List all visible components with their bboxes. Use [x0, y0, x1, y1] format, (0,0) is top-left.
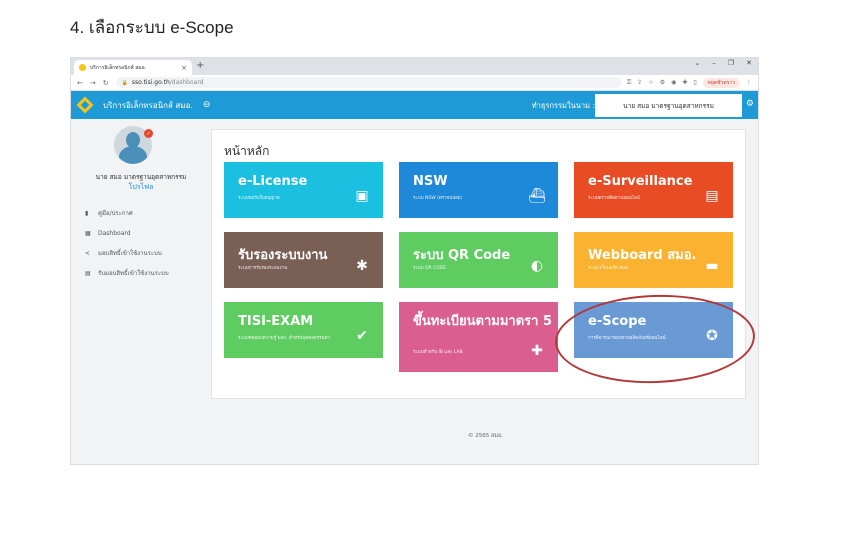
- tile-title: NSW: [413, 174, 448, 189]
- check-shield-icon: ✔: [356, 328, 368, 344]
- badge-card-icon: ✱: [356, 258, 368, 274]
- sidebar-item-manual[interactable]: ▮ คู่มือ/ประกาศ: [85, 203, 169, 223]
- tile-section-5-registration[interactable]: ขึ้นทะเบียนตามมาตรา 5 ระบบสำหรับ IB และ …: [399, 302, 558, 372]
- tisi-logo-icon[interactable]: [76, 96, 94, 114]
- tile-subtitle: การพิจารณาขอบข่ายผลิตภัณฑ์ออนไลน์: [588, 336, 666, 341]
- tile-title: Webboard สมอ.: [588, 248, 697, 263]
- tile-subtitle: ระบบตรวจติดตามออนไลน์: [588, 196, 640, 201]
- tile-subtitle: ระบบทดสอบความรู้ มอก. สำหรับบุคคลธรรมดา: [238, 336, 331, 341]
- book-icon: ▮: [85, 209, 89, 217]
- sidebar-item-receive-delegate[interactable]: ▤ รับมอบสิทธิ์เข้าใช้งานระบบ: [85, 263, 169, 283]
- lightbulb-icon: ◐: [530, 258, 544, 274]
- tile-webboard[interactable]: Webboard สมอ. ระบบ เว็บบอร์ด สมอ. ▬: [574, 232, 733, 288]
- url-path: /dashboard: [169, 79, 204, 86]
- back-icon[interactable]: ←: [77, 79, 83, 87]
- plus-bookmark-icon: ✚: [531, 343, 543, 359]
- dashboard-icon: ▦: [85, 229, 91, 237]
- tile-subtitle: ระบบ QR CODE: [413, 266, 447, 271]
- window-controls: ⌄ – ❐ ✕: [694, 59, 752, 67]
- sidebar-item-label: คู่มือ/ประกาศ: [98, 210, 133, 217]
- tile-nsw[interactable]: NSW ระบบ NSW (ตรวจปล่อย) ⛴: [399, 162, 558, 218]
- close-window-icon[interactable]: ✕: [746, 59, 752, 67]
- tile-subtitle: ระบบ NSW (ตรวจปล่อย): [413, 196, 463, 201]
- url-field[interactable]: 🔒 sso.tisi.go.th/dashboard: [115, 77, 621, 88]
- tile-e-surveillance[interactable]: e-Surveillance ระบบตรวจติดตามออนไลน์ ▤: [574, 162, 733, 218]
- tile-subtitle: ระบบขอรับใบอนุญาต: [238, 196, 280, 201]
- browser-tab[interactable]: บริการอิเล็กทรอนิกส์ สมอ. ×: [74, 60, 192, 75]
- minimize-icon[interactable]: –: [712, 59, 716, 67]
- lock-icon: 🔒: [121, 79, 128, 86]
- doc-heading: 4. เลือกระบบ e-Scope: [70, 18, 234, 37]
- forward-icon[interactable]: →: [90, 79, 96, 87]
- business-label: ทำธุรกรรมในนาม :: [531, 101, 595, 110]
- key-icon[interactable]: ⚿: [627, 79, 632, 87]
- tile-qr-code[interactable]: ระบบ QR Code ระบบ QR CODE ◐: [399, 232, 558, 288]
- favicon-icon: [79, 64, 86, 71]
- sidebar-menu: ▮ คู่มือ/ประกาศ ▦ Dashboard < มอบสิทธิ์เข้า…: [85, 203, 169, 283]
- page-title: หน้าหลัก: [224, 144, 270, 158]
- certificate-icon: ▣: [355, 188, 369, 204]
- extension2-icon[interactable]: ◉: [671, 79, 676, 86]
- star-icon[interactable]: ☆: [648, 79, 653, 86]
- share-icon: <: [85, 249, 91, 257]
- tile-e-license[interactable]: e-License ระบบขอรับใบอนุญาต ▣: [224, 162, 383, 218]
- app-title: บริการอิเล็กทรอนิกส์ สมอ.: [103, 100, 193, 110]
- profile-link[interactable]: โปรไฟล: [71, 182, 211, 193]
- share-icon[interactable]: ⇪: [637, 79, 642, 86]
- tile-subtitle: ระบบ เว็บบอร์ด สมอ.: [588, 266, 630, 271]
- gear-icon[interactable]: ⚙: [746, 99, 754, 109]
- tab-bar: บริการอิเล็กทรอนิกส์ สมอ. × + ⌄ – ❐ ✕: [71, 58, 758, 75]
- sidebar-item-label: รับมอบสิทธิ์เข้าใช้งานระบบ: [98, 270, 169, 277]
- restore-icon[interactable]: ❐: [728, 59, 734, 67]
- sidebar-item-delegate[interactable]: < มอบสิทธิ์เข้าใช้งานระบบ: [85, 243, 169, 263]
- tab-close-icon[interactable]: ×: [181, 64, 187, 72]
- extension-icon[interactable]: ⚙: [660, 79, 665, 86]
- chat-icon: ▬: [705, 258, 719, 274]
- tab-search-icon[interactable]: ⌄: [694, 59, 700, 67]
- tile-title: e-Surveillance: [588, 174, 693, 189]
- tile-subtitle: ระบบการรับรองระบบงาน: [238, 266, 288, 271]
- award-icon: ✪: [706, 328, 718, 344]
- page: 4. เลือกระบบ e-Scope บริการอิเล็กทรอนิกส…: [0, 0, 847, 553]
- clipboard-icon: ▤: [705, 188, 719, 204]
- sidebar-item-label: Dashboard: [98, 229, 131, 237]
- tile-title: e-License: [238, 174, 308, 189]
- app-layout: ✓ นาย สมอ มาตรฐานอุตสาหกรรม โปรไฟล ▮ คู่ม…: [71, 119, 758, 464]
- tile-title: e-Scope: [588, 314, 647, 329]
- sidebar-item-dashboard[interactable]: ▦ Dashboard: [85, 223, 169, 243]
- tile-title: ขึ้นทะเบียนตามมาตรา 5: [413, 314, 553, 329]
- tile-title: TISI-EXAM: [238, 314, 314, 329]
- reload-icon[interactable]: ↻: [103, 79, 109, 87]
- address-bar: ← → ↻ 🔒 sso.tisi.go.th/dashboard ⚿ ⇪ ☆ ⚙…: [71, 75, 758, 91]
- address-bar-icons: ⚿ ⇪ ☆ ⚙ ◉ ✚ ▯ หยุดชั่วคราว ⋮: [627, 77, 752, 88]
- ship-icon: ⛴: [528, 188, 546, 204]
- puzzle-icon[interactable]: ✚: [682, 79, 687, 86]
- app-header: บริการอิเล็กทรอนิกส์ สมอ. ⊖ ทำธุรกรรมในน…: [71, 91, 758, 119]
- notification-badge-icon[interactable]: ✓: [144, 129, 153, 138]
- browser-window: บริการอิเล็กทรอนิกส์ สมอ. × + ⌄ – ❐ ✕ ← …: [70, 57, 759, 465]
- menu-icon[interactable]: ⋮: [746, 79, 752, 86]
- tile-title: ระบบ QR Code: [413, 248, 511, 263]
- profile-chip[interactable]: หยุดชั่วคราว: [702, 77, 740, 88]
- sidebar: ✓ นาย สมอ มาตรฐานอุตสาหกรรม โปรไฟล ▮ คู่ม…: [71, 119, 211, 464]
- user-name: นาย สมอ มาตรฐานอุตสาหกรรม: [95, 173, 187, 181]
- card-icon: ▤: [85, 269, 91, 277]
- collapse-sidebar-icon[interactable]: ⊖: [203, 100, 211, 110]
- tile-title: รับรองระบบงาน: [238, 248, 328, 263]
- sidepanel-icon[interactable]: ▯: [693, 79, 696, 86]
- company-selector[interactable]: นาย สมอ มาตรฐานอุตสาหกรรม: [595, 94, 742, 117]
- tile-accreditation[interactable]: รับรองระบบงาน ระบบการรับรองระบบงาน ✱: [224, 232, 383, 288]
- tile-tisi-exam[interactable]: TISI-EXAM ระบบทดสอบความรู้ มอก. สำหรับบุ…: [224, 302, 383, 358]
- url-host: sso.tisi.go.th: [131, 79, 170, 86]
- tile-e-scope[interactable]: e-Scope การพิจารณาขอบข่ายผลิตภัณฑ์ออนไลน…: [574, 302, 733, 358]
- new-tab-button[interactable]: +: [196, 60, 204, 71]
- sidebar-item-label: มอบสิทธิ์เข้าใช้งานระบบ: [98, 250, 162, 257]
- footer: © 2565 สมอ.: [467, 433, 504, 439]
- dashboard-panel: หน้าหลัก e-License ระบบขอรับใบอนุญาต ▣ N…: [211, 129, 746, 399]
- tab-title: บริการอิเล็กทรอนิกส์ สมอ.: [90, 64, 147, 71]
- main-content: หน้าหลัก e-License ระบบขอรับใบอนุญาต ▣ N…: [211, 119, 758, 464]
- tile-subtitle: ระบบสำหรับ IB และ LAB: [413, 350, 463, 355]
